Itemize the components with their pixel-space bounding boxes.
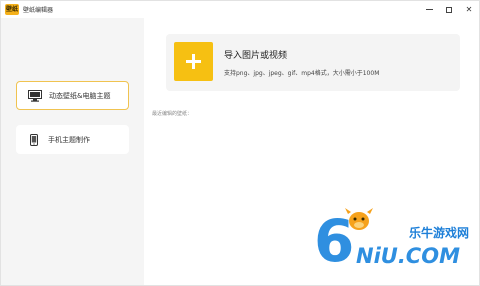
- close-icon: ✕: [465, 5, 473, 14]
- close-button[interactable]: ✕: [459, 1, 479, 18]
- watermark-brand-cn: 乐牛游戏网: [409, 226, 470, 240]
- site-watermark: 6 乐牛游戏网 NiU.COM: [306, 206, 476, 282]
- sidebar-item-phone-theme[interactable]: 手机主题制作: [16, 125, 129, 154]
- minimize-icon: [425, 9, 433, 10]
- maximize-button[interactable]: [439, 1, 459, 18]
- window-title: 壁纸编辑器: [23, 7, 54, 14]
- monitor-icon: [28, 89, 42, 102]
- maximize-icon: [446, 6, 452, 13]
- recent-wallpapers-label: 最近编辑的壁纸：: [152, 111, 193, 117]
- sidebar-item-dynamic-wallpaper[interactable]: 动态壁纸&电脑主题: [16, 81, 129, 110]
- window-controls: ✕: [419, 1, 479, 18]
- plus-icon-vertical: [192, 54, 195, 69]
- watermark-brand-en: NiU.COM: [356, 244, 460, 268]
- title-bar: 壁纸 壁纸编辑器 ✕: [1, 1, 479, 18]
- sidebar-item-label: 动态壁纸&电脑主题: [49, 91, 111, 100]
- import-format-hint: 支持png、jpg、jpeg、gif、mp4格式，大小需小于100M: [224, 70, 380, 77]
- import-media-card[interactable]: 导入图片或视频 支持png、jpg、jpeg、gif、mp4格式，大小需小于10…: [166, 34, 460, 91]
- add-media-button[interactable]: [174, 42, 213, 81]
- sidebar-item-label: 手机主题制作: [48, 135, 90, 144]
- app-logo-icon: 壁纸: [5, 4, 19, 15]
- minimize-button[interactable]: [419, 1, 439, 18]
- cow-mascot-icon: [345, 208, 373, 230]
- import-title: 导入图片或视频: [224, 51, 288, 61]
- phone-icon: [27, 133, 41, 146]
- sidebar: 动态壁纸&电脑主题 手机主题制作: [1, 18, 144, 285]
- app-window: 壁纸 壁纸编辑器 ✕ 动态壁纸&电脑主题 手机主题制作 导入图片或视频 支持pn…: [0, 0, 480, 286]
